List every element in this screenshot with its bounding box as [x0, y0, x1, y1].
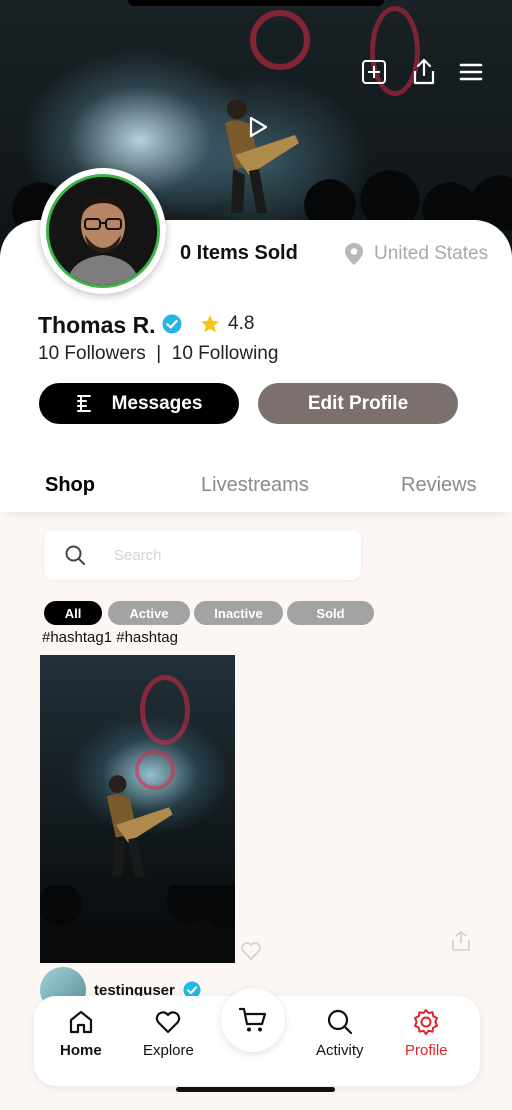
nav-profile[interactable]: Profile: [405, 1008, 448, 1059]
location-text: United States: [374, 243, 489, 264]
rating-value: 4.8: [228, 313, 255, 334]
nav-cart-button[interactable]: [221, 988, 285, 1052]
heart-icon: [156, 1011, 181, 1034]
search-icon: [65, 545, 85, 565]
location-pin-icon: [345, 243, 363, 265]
home-indicator: [176, 1087, 335, 1092]
filter-chip-active[interactable]: Active: [108, 601, 190, 625]
nav-activity[interactable]: Activity: [316, 1008, 364, 1059]
home-icon: [69, 1010, 92, 1034]
nav-explore-label: Explore: [143, 1042, 194, 1059]
star-icon: [201, 315, 219, 333]
profile-name: Thomas R.: [38, 312, 156, 338]
messages-icon: [76, 394, 91, 412]
search-box[interactable]: [44, 530, 361, 580]
search-input[interactable]: [114, 542, 344, 568]
nav-activity-label: Activity: [316, 1042, 364, 1059]
nav-home[interactable]: Home: [60, 1008, 102, 1059]
add-post-icon[interactable]: [360, 58, 388, 86]
share-outline-icon[interactable]: [450, 930, 472, 952]
edit-profile-button[interactable]: Edit Profile: [258, 383, 458, 424]
follow-counts[interactable]: 10 Followers | 10 Following: [38, 343, 278, 365]
menu-icon[interactable]: [457, 58, 485, 86]
rating: 4.8: [200, 313, 254, 335]
edit-profile-label: Edit Profile: [307, 392, 409, 414]
location: United States: [344, 242, 488, 266]
status-bar-notch: [128, 0, 384, 6]
search-icon: [327, 1009, 352, 1035]
filter-chip-all[interactable]: All: [44, 601, 102, 625]
stage-light: [250, 10, 310, 70]
filter-chip-sold[interactable]: Sold: [287, 601, 374, 625]
post-image[interactable]: [40, 655, 235, 963]
messages-button[interactable]: Messages: [39, 383, 239, 424]
heart-outline-icon[interactable]: [240, 940, 262, 962]
avatar-portrait: [49, 177, 157, 285]
avatar[interactable]: [40, 168, 166, 294]
nav-explore[interactable]: Explore: [143, 1008, 194, 1059]
tab-shop[interactable]: Shop: [45, 474, 95, 497]
nav-home-label: Home: [60, 1042, 102, 1059]
messages-label: Messages: [111, 392, 203, 414]
tab-livestreams[interactable]: Livestreams: [201, 474, 309, 497]
play-icon[interactable]: [244, 114, 270, 140]
gear-icon: [414, 1009, 439, 1035]
tab-reviews[interactable]: Reviews: [401, 474, 477, 497]
post-hashtags[interactable]: #hashtag1 #hashtag: [42, 629, 178, 646]
cart-icon: [238, 1007, 267, 1032]
nav-profile-label: Profile: [405, 1042, 448, 1059]
share-icon[interactable]: [410, 58, 438, 86]
items-sold-count: 0 Items Sold: [180, 242, 298, 264]
filter-chip-inactive[interactable]: Inactive: [194, 601, 283, 625]
verified-badge-icon: [162, 314, 182, 334]
